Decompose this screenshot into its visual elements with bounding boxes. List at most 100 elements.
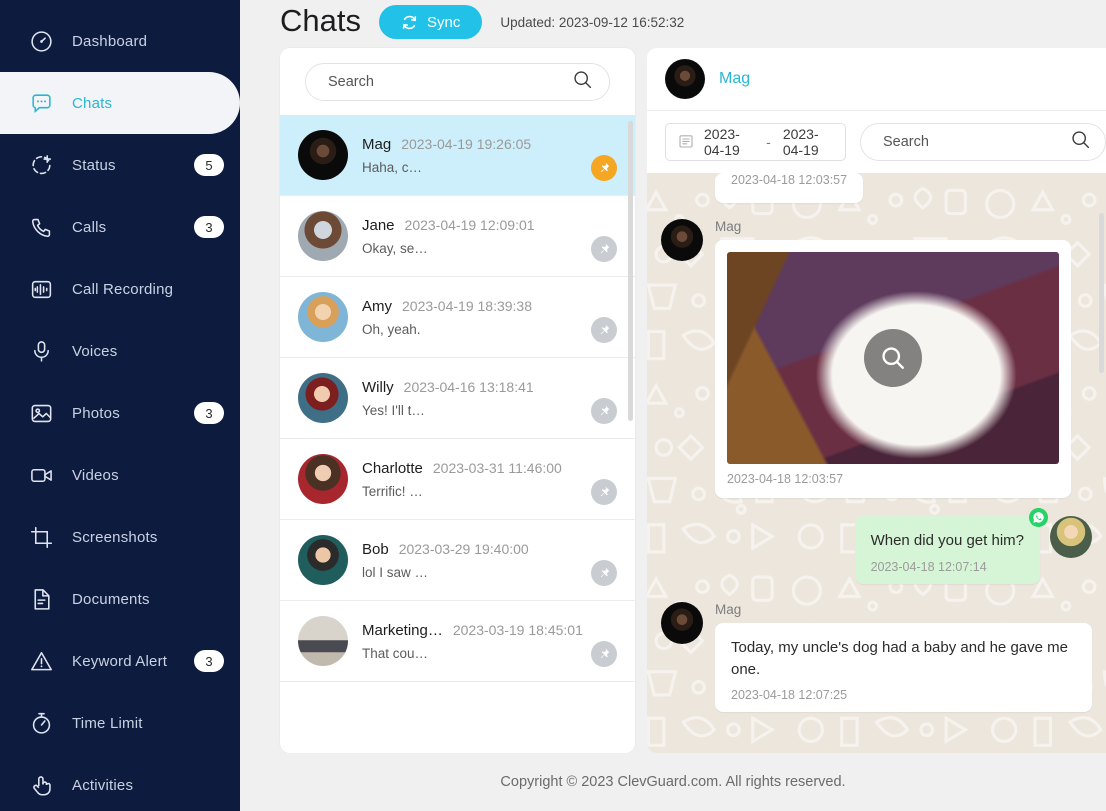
pin-icon[interactable] [591,155,617,181]
message-sender: Mag [715,219,742,234]
search-icon[interactable] [1070,129,1091,155]
sidebar-item-photos[interactable]: Photos 3 [0,382,240,444]
sidebar-item-keyword-alert[interactable]: Keyword Alert 3 [0,630,240,692]
search-icon[interactable] [572,69,593,95]
chat-list-search-area [280,48,635,115]
message-bubble[interactable]: When did you get him? 2023-04-18 12:07:14 [854,516,1040,584]
chat-list-item[interactable]: Charlotte 2023-03-31 11:46:00 Terrific! … [280,439,635,520]
sidebar-item-label: Keyword Alert [72,652,168,670]
conversation-filter-bar: 2023-04-19 - 2023-04-19 [647,111,1106,173]
sidebar-item-videos[interactable]: Videos [0,444,240,506]
avatar [661,601,703,644]
search-input[interactable] [328,73,572,90]
avatar [1050,516,1092,558]
chat-preview-text: Yes! I'll t… [362,402,425,418]
sidebar: Dashboard Chats Status 5 Calls 3 Call Recordin… [0,0,240,811]
chat-preview-text: Okay, se… [362,240,428,256]
conversation-search-box[interactable] [860,123,1106,161]
chat-bubble-icon [28,90,54,116]
dashboard-icon [28,28,54,54]
sidebar-item-label: Photos [72,404,120,422]
sidebar-item-screenshots[interactable]: Screenshots [0,506,240,568]
crop-icon [28,524,54,550]
message-bubble[interactable]: Today, my uncle's dog had a baby and he … [715,622,1092,713]
pin-icon[interactable] [591,479,617,505]
sidebar-item-dashboard[interactable]: Dashboard [0,10,240,72]
sidebar-item-status[interactable]: Status 5 [0,134,240,196]
sidebar-item-call-recording[interactable]: Call Recording [0,258,240,320]
date-range-picker[interactable]: 2023-04-19 - 2023-04-19 [665,123,846,161]
chat-list-item[interactable]: Mag 2023-04-19 19:26:05 Haha, c… [280,115,635,196]
chat-contact-name: Willy [362,378,394,396]
sidebar-item-voices[interactable]: Voices [0,320,240,382]
pin-icon[interactable] [591,236,617,262]
phone-icon [28,214,54,240]
chat-contact-name: Jane [362,216,395,234]
chat-list-item[interactable]: Bob 2023-03-29 19:40:00 lol I saw … [280,520,635,601]
pin-icon[interactable] [591,398,617,424]
sidebar-item-label: Activities [72,776,134,794]
chat-list-item[interactable]: Jane 2023-04-19 12:09:01 Okay, se… [280,196,635,277]
date-from: 2023-04-19 [704,126,740,158]
refresh-icon [401,14,418,31]
message-bubble[interactable]: 2023-04-18 12:03:57 [715,240,1071,498]
chat-contact-name: Mag [362,135,392,153]
whatsapp-icon [1029,508,1048,527]
sync-button[interactable]: Sync [378,5,483,39]
sidebar-item-label: Documents [72,590,150,608]
content-row: Mag 2023-04-19 19:26:05 Haha, c… Jane 2023-0… [280,48,1106,753]
zoom-search-icon[interactable] [864,329,922,387]
warning-triangle-icon [28,648,54,674]
copyright-text: Copyright © 2023 ClevGuard.com. All righ… [500,774,846,790]
chat-list-scrollbar[interactable] [628,121,633,421]
waveform-icon [28,276,54,302]
avatar [298,454,348,504]
chat-list-scroll[interactable]: Mag 2023-04-19 19:26:05 Haha, c… Jane 2023-0… [280,115,635,753]
message-thread[interactable]: 2023-04-18 12:03:57 Mag 2023-04-18 12:03:5… [647,173,1106,753]
sync-button-label: Sync [426,13,461,31]
chat-timestamp: 2023-04-19 12:09:01 [404,216,535,233]
date-separator: - [766,134,771,150]
hand-pointer-icon [28,772,54,798]
pin-icon[interactable] [591,317,617,343]
avatar [298,130,348,180]
date-to: 2023-04-19 [782,126,819,158]
chat-list-item[interactable]: Marketing… 2023-03-19 18:45:01 That cou… [280,601,635,682]
document-icon [28,586,54,612]
chat-timestamp: 2023-03-19 18:45:01 [452,621,583,638]
pin-icon[interactable] [591,641,617,667]
chat-timestamp: 2023-04-16 13:18:41 [403,378,534,395]
message-bubble[interactable]: 2023-04-18 12:03:57 [715,173,864,203]
sidebar-item-time-limit[interactable]: Time Limit [0,692,240,754]
chat-contact-name: Marketing… [362,621,443,639]
conversation-header: Mag [647,48,1106,111]
avatar [298,292,348,342]
message-text: Today, my uncle's dog had a baby and he … [731,638,1068,678]
chat-list-search-box[interactable] [305,62,610,101]
sidebar-item-label: Status [72,156,116,174]
sidebar-item-activities[interactable]: Activities [0,754,240,811]
sidebar-item-label: Calls [72,218,107,236]
sidebar-item-label: Dashboard [72,32,148,50]
sidebar-item-documents[interactable]: Documents [0,568,240,630]
last-updated-text: Updated: 2023-09-12 16:52:32 [500,14,685,30]
conversation-search-input[interactable] [883,134,1070,150]
conversation-panel: Mag 2023-04-19 - 2023-04-19 Search 2023-… [647,48,1106,753]
app-root: Dashboard Chats Status 5 Calls 3 Call Recordin… [0,0,1106,811]
chat-list-item[interactable]: Willy 2023-04-16 13:18:41 Yes! I'll t… [280,358,635,439]
sidebar-item-chats[interactable]: Chats [0,72,240,134]
chat-list-item[interactable]: Amy 2023-04-19 18:39:38 Oh, yeah. [280,277,635,358]
sidebar-item-calls[interactable]: Calls 3 [0,196,240,258]
page-header: Chats Sync Updated: 2023-09-12 16:52:32 [240,0,1106,44]
microphone-icon [28,338,54,364]
message-scrollbar[interactable] [1099,213,1104,373]
chat-contact-name: Amy [362,297,392,315]
pin-icon[interactable] [591,560,617,586]
message-photo[interactable] [727,252,1059,464]
avatar [661,219,703,261]
avatar [298,535,348,585]
sidebar-item-label: Screenshots [72,528,158,546]
avatar [665,59,705,99]
chat-preview-text: lol I saw … [362,564,429,580]
chat-contact-name: Bob [362,540,389,558]
